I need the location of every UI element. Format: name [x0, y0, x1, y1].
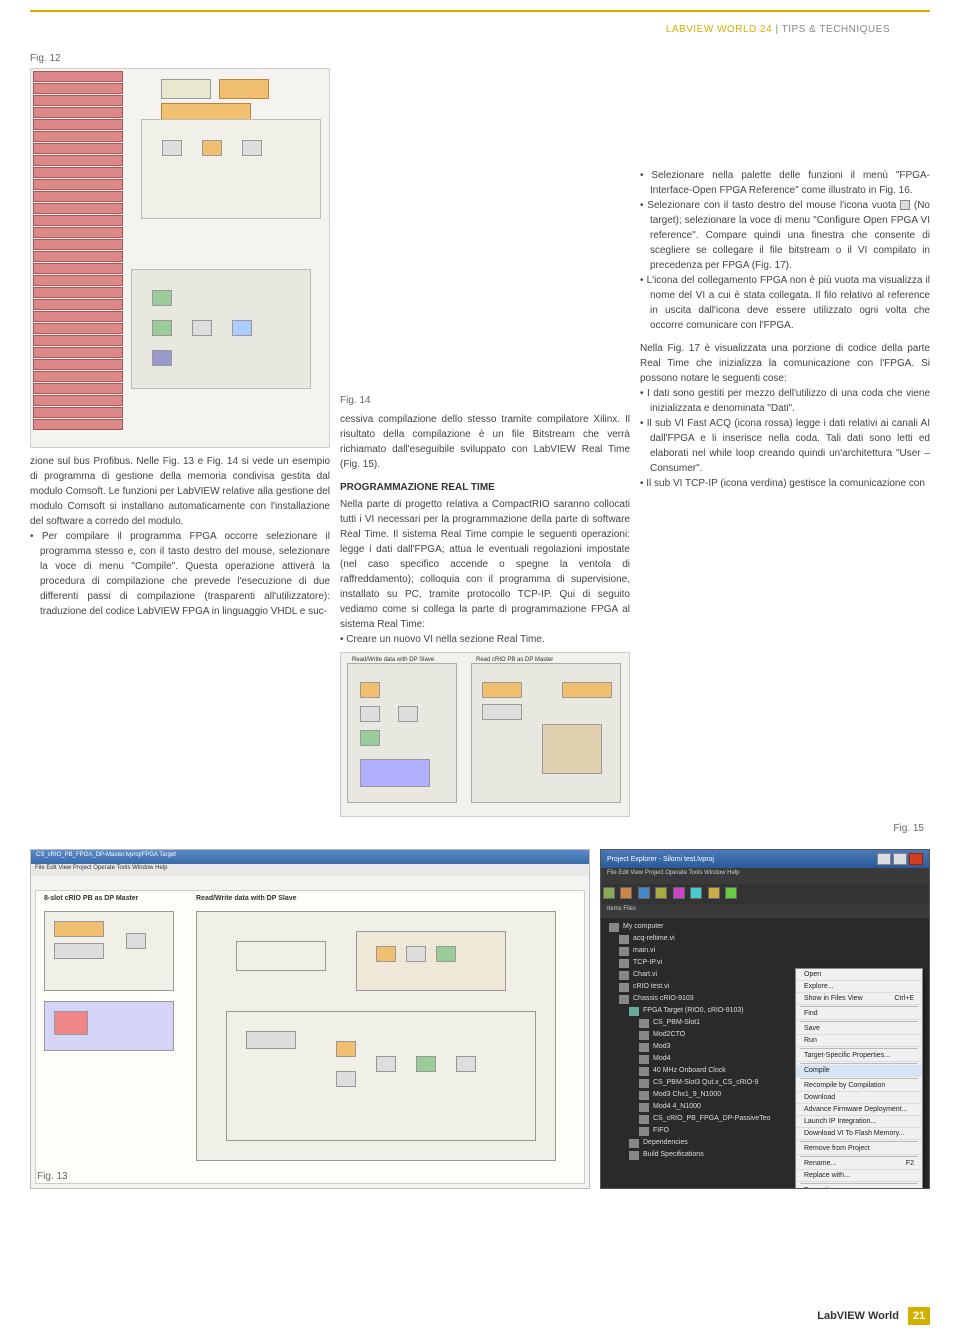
context-menu-item[interactable]: Download VI To Flash Memory... [796, 1128, 922, 1140]
fig13-label: Fig. 13 [37, 1171, 68, 1182]
page-footer: LabVIEW World 21 [817, 1307, 930, 1325]
figure-15: Project Explorer - Silomi test.lvproj Fi… [600, 849, 930, 1189]
fig15-toolbar-icons[interactable] [601, 884, 929, 904]
fig15-window-title: Project Explorer - Silomi test.lvproj [607, 856, 714, 863]
col2-subhead: PROGRAMMAZIONE REAL TIME [340, 480, 630, 495]
context-menu-item[interactable]: Properties [796, 1185, 922, 1189]
footer-page: 21 [908, 1307, 930, 1325]
context-menu-item[interactable]: Advance Firmware Deployment... [796, 1104, 922, 1116]
context-menu-item[interactable]: Open [796, 969, 922, 981]
col2-b1: Creare un nuovo VI nella sezione Real Ti… [340, 632, 630, 647]
context-menu-item[interactable]: Show in Files ViewCtrl+E [796, 993, 922, 1005]
tree-item[interactable]: My computer [609, 921, 929, 933]
col3-b5: Il sub VI Fast ACQ (icona rossa) legge i… [640, 416, 930, 476]
page-header: LABVIEW WORLD 24 | TIPS & TECHNIQUES [30, 10, 930, 43]
col3-b4: I dati sono gestiti per mezzo dell'utili… [640, 386, 930, 416]
fig13-title: CS_cRIO_PB_FPGA_DP-Master.lvproj/FPGA Ta… [31, 850, 589, 864]
col3-b1: Selezionare nella palette delle funzioni… [640, 168, 930, 198]
col3-p1: Nella Fig. 17 è visualizzata una porzion… [640, 341, 930, 386]
context-menu-item[interactable]: Replace with... [796, 1170, 922, 1182]
col3-b2: Selezionare con il tasto destro del mous… [640, 198, 930, 273]
context-menu-item[interactable]: Target-Specific Properties... [796, 1050, 922, 1062]
col3-b3: L'icona del collegamento FPGA non è più … [640, 273, 930, 333]
col2-p2: Nella parte di progetto relativa a Compa… [340, 499, 630, 630]
context-menu-item[interactable]: Launch IP Integration... [796, 1116, 922, 1128]
header-section: TIPS & TECHNIQUES [782, 24, 890, 35]
context-menu-item[interactable]: Find [796, 1008, 922, 1020]
fig14-label: Fig. 14 [340, 393, 630, 408]
context-menu-item[interactable]: Rename...F2 [796, 1158, 922, 1170]
col1-b1: Per compilare il programma FPGA occorre … [30, 529, 330, 619]
fig12-label: Fig. 12 [30, 53, 330, 64]
fig15-context-menu[interactable]: OpenExplore...Show in Files ViewCtrl+E Fi… [795, 968, 923, 1189]
figure-14: Read/Write data with DP Slave Read cRIO … [340, 652, 630, 817]
maximize-icon[interactable] [893, 853, 907, 865]
context-menu-item[interactable]: Download [796, 1092, 922, 1104]
figure-12 [30, 68, 330, 448]
context-menu-item[interactable]: Explore... [796, 981, 922, 993]
context-menu-item[interactable]: Remove from Project [796, 1143, 922, 1155]
footer-mag: LabVIEW World [817, 1310, 899, 1322]
header-sep: | [772, 24, 781, 35]
tree-item[interactable]: acq-reltime.vi [609, 933, 929, 945]
context-menu-item[interactable]: Compile [796, 1065, 922, 1077]
context-menu-item[interactable]: Recompile by Compilation [796, 1080, 922, 1092]
fig15-cols: Items Files [601, 904, 929, 918]
tree-item[interactable]: main.vi [609, 945, 929, 957]
fig15-menubar[interactable]: File Edit View Project Operate Tools Win… [601, 868, 929, 884]
figure-13: CS_cRIO_PB_FPGA_DP-Master.lvproj/FPGA Ta… [30, 849, 590, 1189]
close-icon[interactable] [909, 853, 923, 865]
fig13-menubar: File Edit View Project Operate Tools Win… [31, 864, 589, 876]
minimize-icon[interactable] [877, 853, 891, 865]
header-mag: LABVIEW WORLD 24 [666, 24, 772, 35]
col2-p1: cessiva compilazione dello stesso tramit… [340, 414, 630, 470]
no-target-icon [900, 200, 910, 210]
context-menu-item[interactable]: Save [796, 1023, 922, 1035]
col1-p1: zione sul bus Profibus. Nelle Fig. 13 e … [30, 456, 330, 527]
col3-b6: Il sub VI TCP-IP (icona verdina) gestisc… [640, 476, 930, 491]
context-menu-item[interactable]: Run [796, 1035, 922, 1047]
fig15-label: Fig. 15 [0, 823, 960, 834]
